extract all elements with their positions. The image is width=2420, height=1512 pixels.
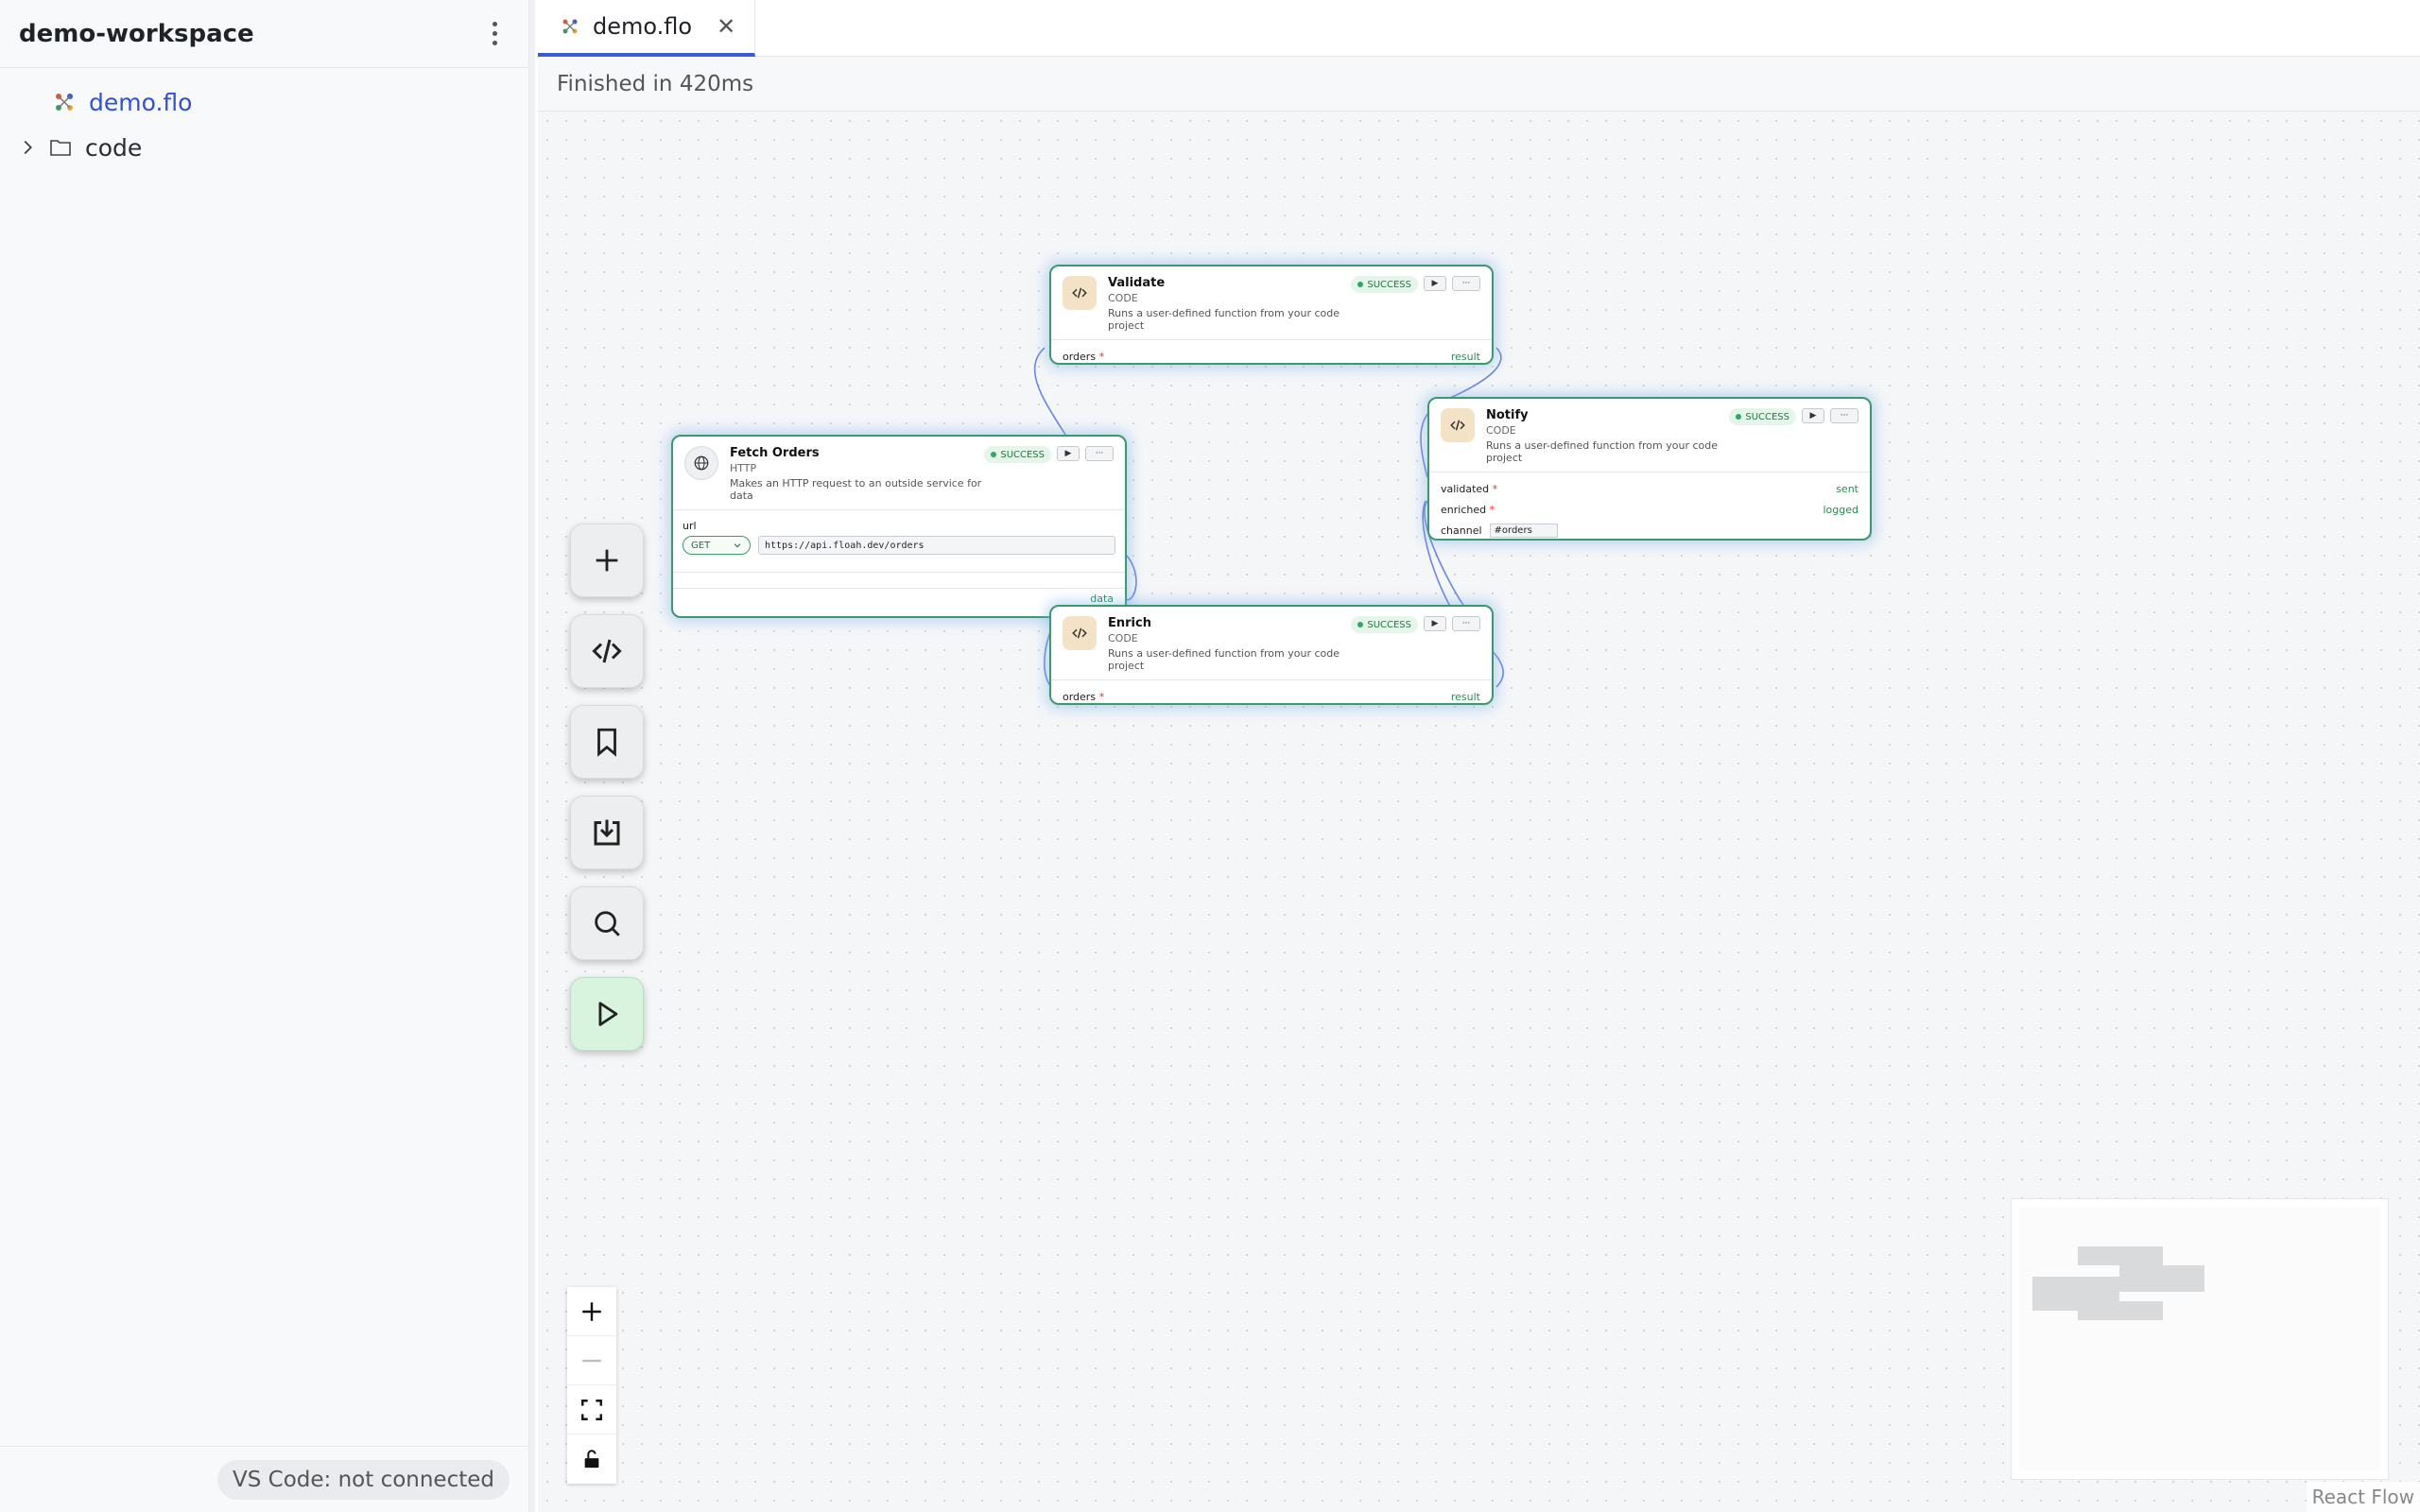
url-field-label: url bbox=[683, 520, 697, 532]
play-icon bbox=[598, 1002, 618, 1026]
port-row: validated * sent bbox=[1441, 482, 1858, 495]
output-port-label: data bbox=[1090, 592, 1114, 605]
chevron-down-icon bbox=[734, 543, 741, 548]
node-description: Makes an HTTP request to an outside serv… bbox=[730, 477, 982, 502]
node-menu-button[interactable]: ··· bbox=[1452, 616, 1480, 631]
port-row: orders * result bbox=[1063, 350, 1480, 363]
zoom-controls bbox=[567, 1287, 616, 1484]
react-flow-attribution[interactable]: React Flow bbox=[2306, 1482, 2420, 1512]
node-fetch-orders[interactable]: Fetch Orders HTTP Makes an HTTP request … bbox=[671, 435, 1127, 618]
node-title: Fetch Orders bbox=[730, 446, 820, 460]
port-row: enriched * logged bbox=[1441, 503, 1858, 516]
node-menu-button[interactable]: ··· bbox=[1830, 408, 1858, 423]
node-enrich[interactable]: Enrich CODE Runs a user-defined function… bbox=[1049, 605, 1494, 705]
code-icon bbox=[592, 639, 622, 663]
port-row: channel #orders bbox=[1429, 520, 1870, 541]
output-port-label: sent bbox=[1836, 482, 1858, 495]
search-icon bbox=[595, 911, 620, 936]
node-header: Fetch Orders HTTP Makes an HTTP request … bbox=[673, 437, 1125, 510]
output-port-label: result bbox=[1450, 690, 1480, 703]
zoom-in-button[interactable] bbox=[567, 1287, 616, 1336]
node-title: Validate bbox=[1108, 276, 1166, 290]
node-header: Enrich CODE Runs a user-defined function… bbox=[1051, 607, 1492, 680]
run-node-button[interactable]: ▶ bbox=[1424, 616, 1446, 631]
node-notify[interactable]: Notify CODE Runs a user-defined function… bbox=[1427, 397, 1872, 541]
import-button[interactable] bbox=[570, 796, 644, 869]
url-input[interactable]: https://api.floah.dev/orders bbox=[758, 536, 1115, 555]
node-menu-button[interactable]: ··· bbox=[1452, 276, 1480, 291]
node-description: Runs a user-defined function from your c… bbox=[1486, 439, 1718, 464]
port-row: orders * result bbox=[1063, 690, 1480, 703]
minimap-viewport bbox=[2019, 1207, 2380, 1471]
fit-view-icon bbox=[581, 1399, 602, 1420]
code-icon bbox=[1441, 408, 1475, 442]
code-icon bbox=[1063, 276, 1097, 310]
node-header: Validate CODE Runs a user-defined functi… bbox=[1051, 266, 1492, 340]
minimap-node bbox=[2119, 1265, 2204, 1292]
zoom-out-button[interactable] bbox=[567, 1336, 616, 1385]
node-title: Enrich bbox=[1108, 616, 1151, 630]
run-node-button[interactable]: ▶ bbox=[1802, 408, 1824, 423]
code-icon bbox=[1063, 616, 1097, 650]
run-flow-button[interactable] bbox=[570, 977, 644, 1051]
input-port-label: enriched bbox=[1441, 503, 1487, 516]
node-type: HTTP bbox=[730, 462, 757, 474]
fit-view-button[interactable] bbox=[567, 1385, 616, 1435]
channel-input[interactable]: #orders bbox=[1489, 523, 1558, 538]
node-type: CODE bbox=[1108, 292, 1138, 304]
status-badge: SUCCESS bbox=[1729, 408, 1796, 425]
status-badge: SUCCESS bbox=[1351, 616, 1418, 633]
add-node-button[interactable] bbox=[570, 524, 644, 597]
input-port-label: orders bbox=[1063, 350, 1097, 363]
node-menu-button[interactable]: ··· bbox=[1085, 446, 1114, 461]
minus-icon bbox=[582, 1359, 601, 1362]
node-description: Runs a user-defined function from your c… bbox=[1108, 647, 1340, 672]
node-validate[interactable]: Validate CODE Runs a user-defined functi… bbox=[1049, 265, 1494, 365]
run-node-button[interactable]: ▶ bbox=[1424, 276, 1446, 291]
run-node-button[interactable]: ▶ bbox=[1057, 446, 1080, 461]
channel-label: channel bbox=[1441, 524, 1482, 537]
code-button[interactable] bbox=[570, 614, 644, 688]
bookmark-button[interactable] bbox=[570, 705, 644, 779]
status-badge: SUCCESS bbox=[984, 446, 1051, 463]
node-type: CODE bbox=[1108, 632, 1138, 644]
minimap-node bbox=[2078, 1246, 2163, 1265]
input-port-label: orders bbox=[1063, 690, 1097, 703]
status-badge: SUCCESS bbox=[1351, 276, 1418, 293]
node-description: Runs a user-defined function from your c… bbox=[1108, 307, 1340, 332]
bookmark-icon bbox=[597, 728, 616, 757]
minimap-node bbox=[2078, 1301, 2163, 1320]
node-type: CODE bbox=[1486, 424, 1516, 437]
plus-icon bbox=[582, 1301, 601, 1321]
download-tray-icon bbox=[594, 819, 620, 846]
unlock-icon bbox=[584, 1450, 599, 1469]
output-port-label: result bbox=[1450, 350, 1480, 363]
output-port-label: logged bbox=[1823, 503, 1858, 516]
plus-icon bbox=[596, 549, 618, 572]
globe-icon bbox=[684, 446, 718, 480]
node-header: Notify CODE Runs a user-defined function… bbox=[1429, 399, 1870, 472]
lock-button[interactable] bbox=[567, 1435, 616, 1484]
input-port-label: validated bbox=[1441, 482, 1490, 495]
minimap[interactable] bbox=[2011, 1198, 2389, 1480]
node-title: Notify bbox=[1486, 408, 1529, 422]
search-button[interactable] bbox=[570, 886, 644, 960]
method-select[interactable]: GET bbox=[683, 536, 751, 555]
